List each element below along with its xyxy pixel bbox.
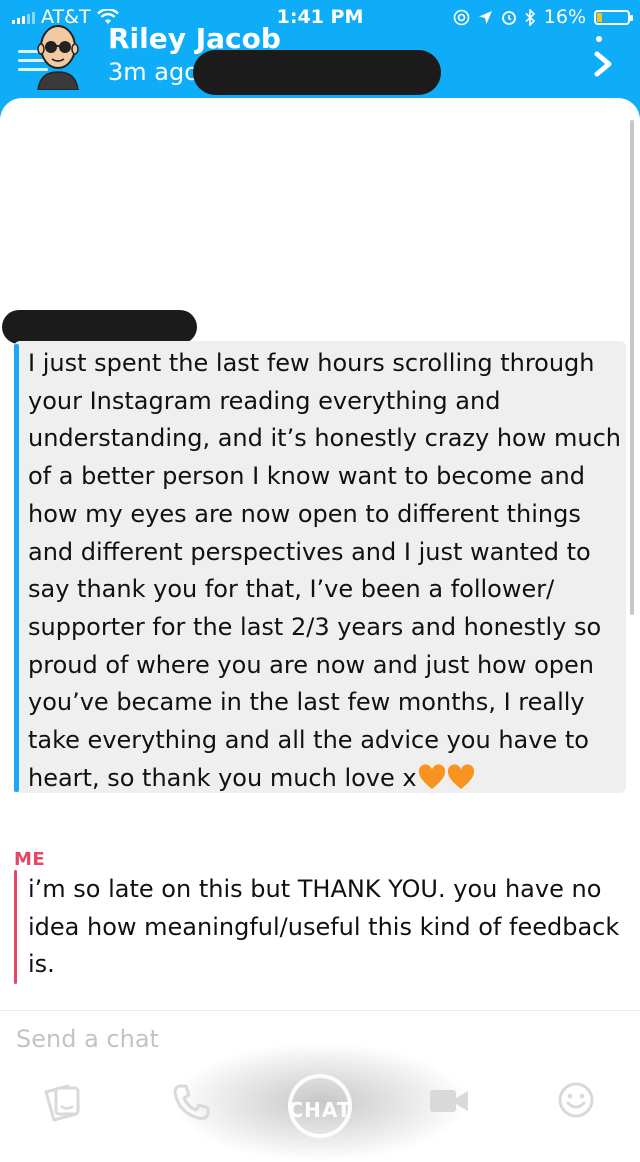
battery-fill — [597, 12, 603, 22]
last-seen-label: 3m ago — [108, 58, 199, 86]
redaction-bar — [193, 50, 441, 95]
bitmoji-avatar[interactable] — [30, 20, 86, 90]
chevron-right-icon[interactable] — [592, 48, 616, 80]
scrollbar[interactable] — [630, 120, 634, 615]
sender-label-me: ME — [14, 849, 46, 870]
bottom-bar: CHAT — [0, 1042, 640, 1162]
orange-heart-icon — [418, 764, 445, 789]
alarm-icon — [501, 11, 516, 25]
message-accent-bar — [14, 870, 17, 984]
location-arrow-icon — [478, 10, 492, 24]
message-text-me[interactable]: i’m so late on this but THANK YOU. you h… — [28, 871, 626, 984]
chat-button-label[interactable]: CHAT — [284, 1098, 356, 1122]
battery-icon — [594, 9, 633, 25]
battery-percent: 16% — [543, 6, 586, 28]
phone-icon[interactable] — [172, 1082, 212, 1122]
video-icon[interactable] — [428, 1086, 470, 1116]
status-bar: AT&T 1:41 PM 16% — [0, 0, 640, 34]
message-text: I just spent the last few hours scrollin… — [28, 349, 621, 792]
more-dots-icon[interactable] — [596, 36, 602, 47]
message-accent-bar — [14, 344, 19, 792]
orange-heart-icon — [447, 764, 474, 789]
sticker-icon[interactable] — [42, 1082, 86, 1122]
bluetooth-icon — [525, 8, 535, 26]
emoji-icon[interactable] — [556, 1080, 596, 1120]
at-icon — [453, 9, 470, 25]
redaction-bar — [2, 310, 197, 344]
